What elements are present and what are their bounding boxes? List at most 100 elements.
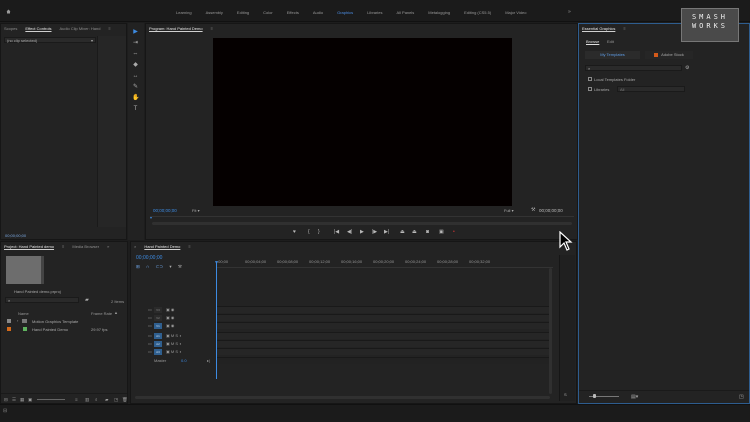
selection-tool-icon[interactable]: ▶ — [132, 29, 139, 36]
type-tool-icon[interactable]: T — [132, 106, 139, 113]
quality-dropdown[interactable]: Full ▾ — [504, 208, 514, 213]
mark-out-icon[interactable]: } — [318, 230, 320, 235]
icon-view-icon[interactable]: ▦ — [20, 397, 24, 403]
track-a2[interactable] — [217, 340, 551, 347]
workspace-editing-cs55[interactable]: Editing (CS5.5) — [464, 10, 491, 15]
settings-wrench-icon[interactable]: ⚒ — [178, 264, 182, 269]
project-row-motion-graphics[interactable]: › Motion Graphics Template — [4, 318, 124, 325]
timeline-title[interactable]: Hand Painted Demo — [144, 244, 180, 249]
workspace-metalogging[interactable]: Metalogging — [428, 10, 450, 15]
clip-dropdown[interactable]: (no clip selected) ▾ — [4, 37, 96, 43]
tab-project[interactable]: Project: Hand Painted demo — [4, 244, 54, 249]
fit-dropdown[interactable]: Fit ▾ — [192, 208, 200, 213]
program-timecode-left[interactable]: 00;00;00;00 — [153, 208, 177, 213]
tab-media-browser[interactable]: Media Browser — [72, 244, 99, 249]
master-volume[interactable]: 0.0 — [181, 358, 187, 363]
track-a1[interactable] — [217, 332, 551, 339]
track-label-a2[interactable]: A2 — [154, 341, 162, 347]
project-search-input[interactable]: ⌕ — [5, 297, 79, 303]
folder-icon[interactable]: ▰ — [85, 297, 89, 303]
program-playhead-icon[interactable]: ▾ — [150, 215, 152, 220]
workspace-audio[interactable]: Audio — [313, 10, 323, 15]
step-back-icon[interactable]: ◀| — [347, 230, 352, 235]
workspace-all-panels[interactable]: All Panels — [396, 10, 414, 15]
new-bin-icon[interactable]: ▰ — [105, 397, 108, 403]
step-forward-icon[interactable]: |▶ — [372, 230, 377, 235]
workspace-assembly[interactable]: Assembly — [206, 10, 223, 15]
workspace-overflow-icon[interactable]: » — [568, 9, 571, 15]
add-marker-icon[interactable]: ♥ — [293, 230, 296, 235]
timeline-horizontal-scrollbar[interactable] — [135, 396, 550, 399]
wrench-icon[interactable]: ⚒ — [531, 207, 535, 213]
track-lock-a1-icon[interactable]: ▭ — [148, 333, 152, 338]
thumbnail-slider-handle-icon[interactable] — [593, 394, 596, 398]
expand-arrow-icon[interactable]: › — [17, 318, 18, 323]
freeform-view-icon[interactable]: ▣ — [28, 397, 32, 403]
track-lock-a3-icon[interactable]: ▭ — [148, 349, 152, 354]
pen-tool-icon[interactable]: ✎ — [132, 84, 139, 91]
workspace-color[interactable]: Color — [263, 10, 273, 15]
settings-gear-icon[interactable]: ⚙ — [685, 65, 689, 71]
workspace-editing[interactable]: Editing — [237, 10, 249, 15]
program-title[interactable]: Program: Hand Painted Demo — [149, 26, 203, 31]
track-select-tool-icon[interactable]: ⇥ — [132, 40, 139, 47]
razor-tool-icon[interactable]: ◆ — [132, 62, 139, 69]
new-item-icon[interactable]: ◳ — [114, 397, 118, 403]
libraries-dropdown[interactable]: All — [617, 86, 685, 92]
tab-scopes[interactable]: Scopes — [4, 26, 17, 31]
ripple-edit-tool-icon[interactable]: ⇔ — [132, 51, 139, 58]
track-v1[interactable] — [217, 322, 551, 329]
workspace-graphics[interactable]: Graphics — [337, 10, 353, 15]
snap-icon[interactable]: ∩ — [146, 264, 149, 269]
track-label-v1[interactable]: V1 — [154, 323, 162, 329]
lift-icon[interactable]: ⏏ — [400, 230, 405, 235]
workspace-effects[interactable]: Effects — [287, 10, 299, 15]
track-v3[interactable] — [217, 306, 551, 313]
track-label-a3[interactable]: A3 — [154, 349, 162, 355]
audio-meter-mute-icon[interactable]: S — [564, 392, 567, 397]
track-label-v3[interactable]: V3 — [154, 307, 162, 313]
tab-audio-clip-mixer[interactable]: Audio Clip Mixer: Hand — [60, 26, 101, 31]
tab-browse[interactable]: Browse — [586, 39, 599, 44]
mark-in-icon[interactable]: { — [308, 230, 310, 235]
timeline-ruler[interactable]: :00;00 00;00;04;00 00;00;08;00 00;00;12;… — [217, 256, 553, 268]
find-icon[interactable]: ⌕ — [95, 397, 98, 402]
home-icon[interactable] — [6, 9, 11, 14]
workspace-libraries[interactable]: Libraries — [367, 10, 382, 15]
panel-menu-icon[interactable]: ≡ — [62, 244, 64, 249]
automate-icon[interactable]: ▥ — [85, 397, 89, 403]
template-search-input[interactable]: ⌕ — [585, 65, 682, 71]
my-templates-button[interactable]: My Templates — [585, 51, 640, 59]
column-frame-rate[interactable]: Frame Rate — [91, 311, 112, 316]
sort-ascending-icon[interactable]: ▲ — [114, 310, 118, 315]
local-templates-checkbox[interactable] — [588, 77, 592, 81]
comparison-view-icon[interactable]: ▣ — [439, 230, 444, 235]
play-icon[interactable]: ▶ — [360, 230, 364, 235]
program-zoom-scrollbar[interactable] — [152, 222, 572, 225]
go-to-in-icon[interactable]: |◀ — [334, 230, 339, 235]
sort-icon[interactable]: ≡ — [75, 397, 78, 402]
panel-menu-icon[interactable]: ≡ — [623, 26, 625, 31]
lock-icon[interactable]: ⊟ — [4, 397, 8, 403]
panel-menu-icon[interactable]: ≡ — [188, 244, 190, 249]
tab-edit[interactable]: Edit — [607, 39, 614, 44]
track-lock-v3-icon[interactable]: ▭ — [148, 307, 152, 312]
libraries-checkbox[interactable] — [588, 87, 592, 91]
slip-tool-icon[interactable]: ↔ — [132, 73, 139, 80]
record-icon[interactable]: • — [453, 230, 455, 235]
playhead-handle-icon[interactable]: ▼ — [214, 260, 219, 266]
extract-icon[interactable]: ⏏ — [412, 230, 417, 235]
master-go-to-end-icon[interactable]: ▸| — [207, 358, 210, 363]
adobe-stock-button[interactable]: Adobe Stock — [645, 51, 693, 59]
program-video-frame[interactable] — [213, 38, 512, 206]
list-view-icon[interactable]: ☰ — [12, 397, 16, 403]
close-icon[interactable]: × — [134, 244, 136, 249]
panel-menu-icon[interactable]: ≡ — [108, 26, 110, 31]
essential-graphics-title[interactable]: Essential Graphics — [582, 26, 615, 31]
track-label-v2[interactable]: V2 — [154, 315, 162, 321]
column-name[interactable]: Name — [18, 311, 29, 316]
track-label-a1[interactable]: A1 — [154, 333, 162, 339]
track-master[interactable] — [217, 357, 551, 364]
add-marker-icon[interactable]: ▾ — [169, 264, 171, 269]
project-row-sequence[interactable]: Hand Painted Demo 29.97 fps — [4, 326, 124, 333]
